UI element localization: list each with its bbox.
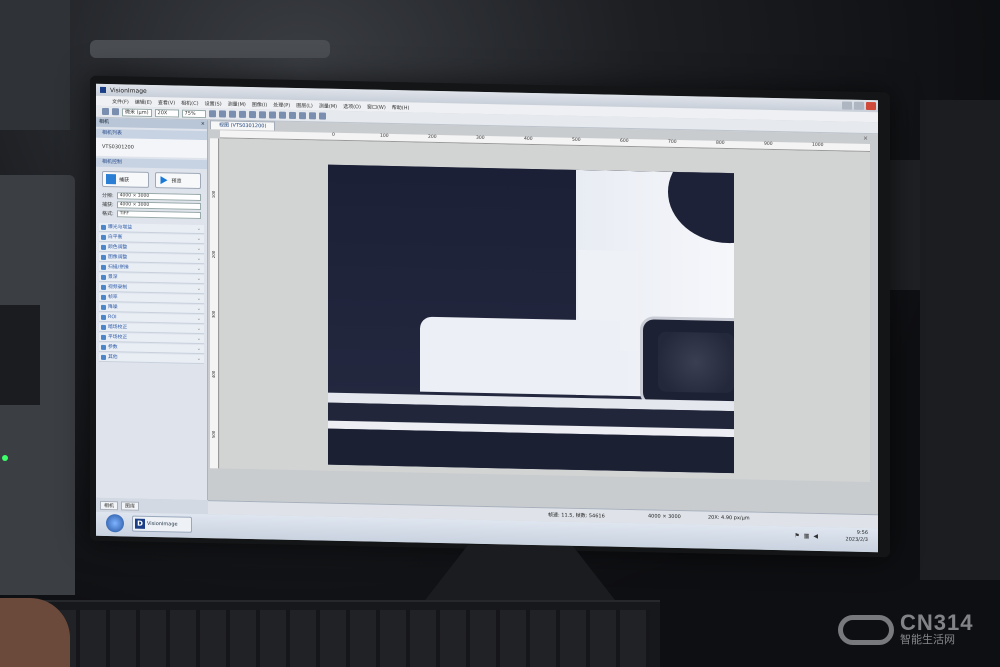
resolution-status: 4000 × 3000 — [648, 513, 681, 521]
menu-item[interactable]: 编辑(E) — [135, 98, 152, 105]
status-led — [2, 455, 8, 461]
system-tray: ⚑ ▦ ◀ — [794, 532, 818, 539]
taskbar-app-button[interactable]: D VisionImage — [132, 515, 192, 533]
preview-button[interactable]: 预览 — [154, 172, 201, 190]
play-icon — [159, 175, 169, 185]
ruler-tick: 700 — [668, 139, 677, 145]
text-icon[interactable] — [268, 111, 276, 119]
app-icon — [100, 86, 106, 94]
export-icon[interactable] — [298, 112, 306, 120]
param-label: 分辨: — [102, 192, 114, 200]
tab-gallery[interactable]: 图库 — [121, 500, 140, 511]
param-label: 捕获: — [102, 201, 114, 209]
menu-item[interactable]: 图层(L) — [296, 102, 313, 109]
panel-close-icon[interactable]: × — [201, 120, 205, 129]
ruler-tick: 500 — [211, 430, 216, 439]
magnification-select[interactable]: 20X — [154, 108, 179, 118]
menu-item[interactable]: 帮助(H) — [392, 104, 410, 111]
settings-icon[interactable] — [318, 112, 326, 120]
menu-item[interactable]: 选项(O) — [343, 102, 361, 109]
watermark: CN314 智能生活网 — [838, 612, 973, 647]
ruler-tick: 0 — [332, 132, 335, 138]
capture-label: 捕获 — [119, 176, 130, 184]
menu-item[interactable]: 设置(S) — [205, 100, 222, 107]
menu-item[interactable]: 测量(M) — [319, 102, 337, 109]
ruler-tick: 800 — [716, 140, 725, 146]
network-icon[interactable]: ▦ — [804, 533, 810, 540]
rectangle-icon[interactable] — [228, 110, 236, 118]
chart-icon[interactable] — [288, 111, 296, 119]
camera-list-item[interactable]: VTS0301200 — [96, 137, 207, 159]
preview-label: 预览 — [171, 177, 182, 185]
menu-item[interactable]: 查看(V) — [158, 99, 175, 106]
panel-header: 相机 × — [96, 117, 207, 130]
zoom-select[interactable]: 75% — [181, 109, 206, 118]
unit-select[interactable]: 微米 (μm) — [122, 107, 152, 117]
maximize-button[interactable] — [854, 101, 864, 110]
watermark-brand: CN314 — [900, 610, 974, 635]
polygon-icon[interactable] — [258, 111, 266, 119]
ruler-vertical: 100 200 300 400 500 — [210, 138, 219, 469]
menu-item[interactable]: 处理(P) — [273, 101, 290, 108]
ruler-tick: 1000 — [812, 142, 824, 149]
clock-date: 2023/2/3 — [845, 536, 868, 543]
flag-icon[interactable]: ⚑ — [794, 532, 799, 539]
watermark-subtitle: 智能生活网 — [900, 634, 955, 646]
watermark-logo — [838, 614, 894, 645]
ruler-tick: 900 — [764, 141, 773, 147]
camera-icon — [106, 174, 116, 185]
open-icon[interactable] — [102, 107, 109, 116]
monitor-screen: VisionImage 文件(F) 编辑(E) 查看(V) 相机(C) 设置(S… — [96, 83, 878, 553]
save-icon[interactable] — [112, 108, 119, 116]
menu-item[interactable]: 图像(I) — [252, 101, 267, 108]
frame-rate-status: 帧速: 11.5, 帧数: 54616 — [548, 512, 605, 520]
angle-icon[interactable] — [248, 111, 256, 119]
keyboard — [40, 600, 660, 667]
window-title: VisionImage — [110, 86, 147, 95]
camera-panel: 相机 × 相机列表 VTS0301200 相机控制 捕获 预览 分辨: 4000… — [96, 117, 208, 501]
ruler-tick: 300 — [476, 135, 485, 141]
ruler-tick: 200 — [428, 134, 437, 140]
document-close-icon[interactable]: × — [863, 135, 868, 142]
circle-icon[interactable] — [238, 110, 246, 118]
ruler-tick: 400 — [211, 370, 216, 379]
ruler-tick: 100 — [380, 133, 389, 139]
start-button[interactable] — [106, 514, 124, 533]
tab-camera[interactable]: 相机 — [100, 500, 119, 510]
ruler-tick: 300 — [211, 310, 216, 319]
menu-item[interactable]: 测量(M) — [228, 100, 246, 107]
ruler-tick: 100 — [211, 190, 216, 199]
scale-status: 20X: 4.90 px/μm — [708, 514, 750, 522]
ruler-tick: 600 — [620, 138, 629, 144]
grid-icon[interactable] — [308, 112, 316, 120]
minimize-button[interactable] — [842, 101, 852, 110]
ruler-tick: 200 — [211, 250, 216, 259]
app-logo-icon: D — [135, 518, 145, 529]
taskbar-app-label: VisionImage — [147, 520, 178, 528]
lab-instrument — [0, 175, 75, 595]
background-fixture — [90, 40, 330, 58]
panel-section-item[interactable]: 其他 — [99, 352, 204, 365]
clock[interactable]: 9:56 2023/2/3 — [846, 530, 868, 544]
background-equipment-right — [920, 100, 1000, 580]
ruler-tick: 400 — [524, 136, 533, 142]
volume-icon[interactable]: ◀ — [813, 533, 818, 540]
document-tab[interactable]: 视图 (VTS0301200) — [210, 120, 276, 131]
panel-title: 相机 — [99, 118, 110, 126]
select-icon[interactable] — [208, 110, 216, 118]
microscope-image[interactable] — [328, 164, 734, 474]
arrow-icon[interactable] — [278, 111, 286, 119]
menu-item[interactable]: 相机(C) — [181, 99, 198, 106]
ruler-tick: 500 — [572, 137, 581, 143]
menu-item[interactable]: 文件(F) — [112, 98, 129, 105]
line-icon[interactable] — [218, 110, 226, 118]
menu-item[interactable]: 窗口(W) — [367, 103, 386, 110]
close-button[interactable] — [866, 101, 876, 111]
background-shelf — [0, 0, 70, 130]
param-label: 格式: — [102, 210, 114, 218]
capture-button[interactable]: 捕获 — [102, 170, 149, 188]
